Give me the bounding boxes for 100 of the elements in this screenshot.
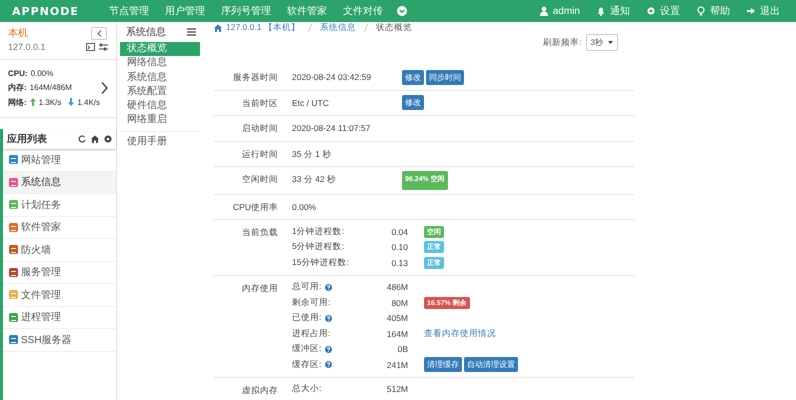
bell-icon [596,6,606,16]
app-list-item[interactable]: 计划任务 [3,194,116,216]
info-label: 空闲时间 [241,173,279,186]
submenu-item[interactable]: 系统信息 [120,70,200,85]
submenu-item[interactable]: 网络重启 [120,113,200,128]
info-value: Etc / UTC [292,96,330,110]
submenu-item[interactable]: 硬件信息 [120,99,200,114]
help-icon[interactable] [325,346,332,353]
info-value: 33 分 42 秒 [292,173,337,186]
help-icon[interactable] [325,361,332,368]
info-value: 2020-08-24 11:07:57 [292,122,372,135]
stat-label: CPU: [8,68,28,78]
app-list-item[interactable]: 服务管理 [3,262,116,284]
metric-label: 15分钟进程数: [292,256,349,269]
app-list-item[interactable]: 系统信息 [3,172,116,194]
menu-icon[interactable] [187,28,196,36]
app-logo[interactable]: APPNODE [12,4,79,18]
info-value: 2020-08-24 03:42:59 [292,71,372,84]
help-icon[interactable] [325,284,332,291]
menu-link[interactable]: 设置 [646,4,680,18]
info-label: 启动时间 [241,122,279,135]
panel-title: 应用列表 [7,132,47,146]
stat-value: 1.3K/s [38,98,62,106]
user-icon [538,6,549,16]
memory-usage-link[interactable]: 查看内存使用情况 [424,328,496,340]
caret-icon [608,41,613,44]
app-list-item[interactable]: 防火墙 [3,239,116,262]
app-list-item[interactable]: 软件管家 [3,216,116,239]
back-button[interactable] [91,26,107,40]
app-list-item[interactable]: SSH服务器 [3,329,116,352]
metric-label: 总大小: [292,383,322,396]
menu-link[interactable]: 帮助 [696,4,730,18]
home-icon[interactable] [91,135,99,143]
nav-link[interactable]: 节点管理 [102,4,155,18]
metric-value: 0.13 [390,258,408,268]
help-icon[interactable] [325,314,332,322]
menu-link[interactable]: 通知 [596,4,630,18]
node-name: 本机 [8,26,28,40]
node-address: 127.0.0.1 [8,42,46,52]
bulb-icon [696,6,706,16]
app-list-item[interactable]: 进程管理 [3,306,116,329]
metric-label: 缓存区: [292,358,322,371]
action-button[interactable]: 修改 [402,95,424,110]
chevron-right-icon[interactable] [101,82,108,94]
metric-value: 241M [386,360,408,370]
breadcrumb-separator-icon [308,24,312,32]
submenu-item[interactable]: 状态概览 [120,42,200,56]
info-value: 35 分 1 秒 [292,148,332,160]
submenu-item[interactable]: 系统配置 [120,84,200,100]
nav-link[interactable]: 用户管理 [158,4,211,18]
metric-label: 已使用: [292,312,322,324]
metric-label: 缓冲区: [292,343,322,356]
info-label: 当前负载 [241,226,279,239]
home-icon[interactable] [214,24,222,32]
metric-value: 0.04 [390,226,408,237]
metric-value: 0B [396,344,408,354]
stat-label: 网络: [8,96,27,108]
nav-link[interactable]: 序列号管理 [214,4,277,18]
info-label: CPU使用率 [232,200,279,214]
refresh-icon[interactable] [78,135,86,143]
metric-value: 486M [386,282,408,292]
metric-value: 405M [386,313,408,324]
terminal-icon[interactable] [86,43,95,51]
action-button[interactable]: 自动清理设置 [464,357,518,372]
submenu-title: 系统信息 [126,26,166,39]
menu-link[interactable]: 退出 [746,4,780,18]
submenu-item[interactable]: 使用手册 [120,134,200,150]
breadcrumb-link[interactable]: 127.0.0.1 【本机】 [226,22,300,34]
info-label: 虚拟内存 [241,384,279,396]
chevron-down-icon[interactable] [396,6,407,16]
info-label: 内存使用 [241,282,279,294]
breadcrumb-link[interactable]: 系统信息 [320,22,356,34]
nav-link[interactable]: 文件对传 [336,4,389,18]
info-label: 当前时区 [241,96,279,110]
refresh-select[interactable]: 3秒 [586,34,618,51]
metric-label: 总可用: [292,281,322,294]
chevron-left-icon [96,30,102,36]
menu-link[interactable]: admin [538,6,580,16]
stat-value: 164M/486M [30,82,72,92]
sliders-icon[interactable] [99,43,108,51]
metric-value: 164M [386,328,408,339]
current-page-label[interactable]: 状态概览 [376,22,412,34]
stat-value: 1.4K/s [77,98,100,106]
info-label: 服务器时间 [232,71,279,84]
app-list-item[interactable]: 文件管理 [3,284,116,306]
metric-value: 0.10 [390,242,408,252]
metric-label: 进程占用: [292,328,330,340]
action-button[interactable]: 同步时间 [426,70,464,85]
settings-icon[interactable] [104,135,112,143]
metric-value: 512M [386,384,408,394]
action-button[interactable]: 修改 [402,70,424,85]
nav-link[interactable]: 软件管家 [280,4,333,18]
stat-value: 0.00% [30,68,54,78]
down-arrow-icon [68,98,74,106]
action-button[interactable]: 清理缓存 [424,357,462,372]
submenu-item[interactable]: 网络信息 [120,56,200,71]
up-arrow-icon [30,98,36,106]
settings-icon [646,6,656,16]
metric-label: 1分钟进程数: [292,226,344,238]
metric-label: 剩余可用: [292,296,330,309]
